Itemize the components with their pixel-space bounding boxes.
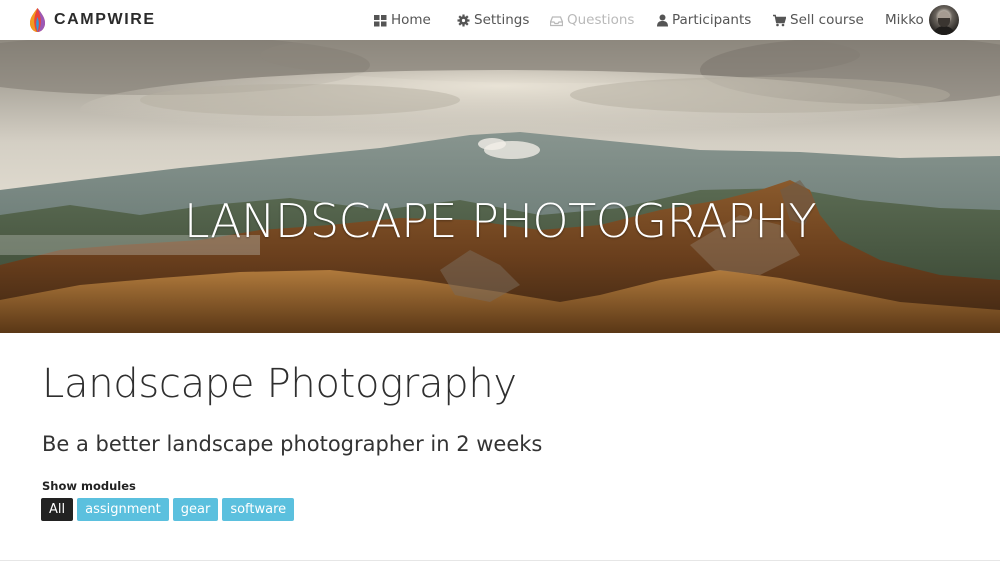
nav-questions[interactable]: Questions: [550, 11, 634, 29]
page-title: Landscape Photography: [42, 361, 517, 407]
brand-logo[interactable]: CAMPWIRE: [28, 6, 156, 34]
grid-icon: [374, 14, 387, 27]
avatar[interactable]: [929, 5, 959, 35]
cart-icon: [773, 14, 786, 27]
filter-assignment-button[interactable]: assignment: [77, 498, 169, 521]
module-filter-group: All assignment gear software: [41, 498, 298, 521]
nav-settings[interactable]: Settings: [457, 11, 529, 29]
nav-sell-course-label: Sell course: [790, 12, 864, 28]
user-name: Mikko: [885, 12, 924, 28]
nav-home[interactable]: Home: [374, 11, 431, 29]
campwire-flame-icon: [30, 8, 45, 32]
filter-all-button[interactable]: All: [41, 498, 74, 521]
nav-participants-label: Participants: [672, 12, 752, 28]
course-subtitle: Be a better landscape photographer in 2 …: [42, 432, 543, 456]
nav-home-label: Home: [391, 12, 431, 28]
filter-gear-button[interactable]: gear: [172, 498, 219, 521]
top-navbar: CAMPWIRE Home Settings Questions Partici…: [0, 0, 1000, 41]
user-icon: [657, 14, 668, 27]
nav-settings-label: Settings: [474, 12, 530, 28]
section-divider: [0, 560, 1000, 561]
hero-banner: LANDSCAPE PHOTOGRAPHY: [0, 40, 1000, 333]
nav-participants[interactable]: Participants: [657, 11, 751, 29]
inbox-icon: [550, 14, 563, 27]
hero-title: LANDSCAPE PHOTOGRAPHY: [183, 194, 817, 248]
user-menu[interactable]: Mikko: [885, 11, 924, 29]
show-modules-label: Show modules: [42, 479, 136, 493]
brand-name: CAMPWIRE: [54, 11, 156, 28]
filter-software-button[interactable]: software: [222, 498, 295, 521]
hero-landscape-image: [0, 40, 1000, 333]
gear-icon: [457, 14, 470, 27]
nav-sell-course[interactable]: Sell course: [773, 11, 864, 29]
nav-questions-label: Questions: [567, 12, 635, 28]
